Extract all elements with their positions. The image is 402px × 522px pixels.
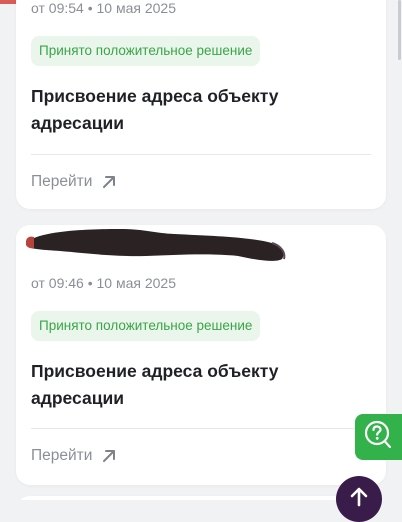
- go-link-label: Перейти: [31, 173, 93, 190]
- card-divider: [31, 154, 371, 155]
- arrow-up-icon: [348, 486, 370, 513]
- go-link-label: Перейти: [31, 447, 93, 464]
- status-badge: Принято положительное решение: [31, 36, 261, 66]
- application-date: от 09:46 • 10 мая 2025: [31, 275, 176, 291]
- application-title: Присвоение адреса объекту адресации: [31, 361, 279, 408]
- go-link[interactable]: Перейти: [31, 170, 116, 194]
- card-divider: [31, 428, 371, 429]
- application-card: от 09:46 • 10 мая 2025 Принято положител…: [16, 225, 386, 485]
- application-card: [16, 496, 386, 500]
- chat-question-icon: [362, 418, 396, 457]
- help-chat-button[interactable]: [355, 414, 402, 460]
- applications-list[interactable]: от 09:54 • 10 мая 2025 Принято положител…: [0, 0, 402, 500]
- arrow-up-right-icon: [102, 175, 116, 189]
- status-badge: Принято положительное решение: [31, 311, 261, 341]
- application-card: от 09:54 • 10 мая 2025 Принято положител…: [16, 0, 386, 209]
- go-link[interactable]: Перейти: [31, 444, 116, 468]
- application-title: Присвоение адреса объекту адресации: [31, 86, 279, 133]
- scrollbar[interactable]: [398, 0, 401, 60]
- application-date: от 09:54 • 10 мая 2025: [31, 0, 176, 16]
- arrow-up-right-icon: [102, 449, 116, 463]
- redacted-area: [26, 229, 286, 261]
- scroll-up-button[interactable]: [336, 476, 382, 522]
